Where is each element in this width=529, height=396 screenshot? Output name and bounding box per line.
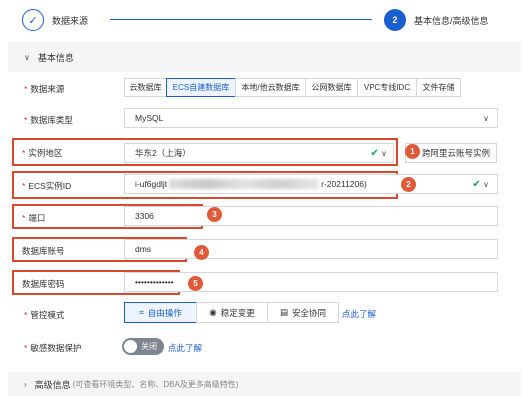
check-circle-icon: ✔: [472, 178, 481, 190]
step-2-label: 基本信息/高级信息: [414, 16, 489, 26]
step-2-number: 2: [384, 9, 406, 31]
region-select[interactable]: 华东2（上海） ✔ ∨: [124, 143, 394, 163]
step-badge-4: 4: [194, 245, 209, 260]
chevron-down-icon: ∨: [24, 52, 30, 62]
steps-header: ✓ 数据来源 2 基本信息/高级信息: [0, 0, 529, 42]
basic-info-section[interactable]: ∨ 基本信息: [8, 42, 521, 72]
chevron-down-icon: ∨: [483, 113, 489, 123]
ecs-id-label: * ECS实例ID: [22, 181, 72, 191]
control-mode-label: * 管控模式: [24, 310, 65, 320]
source-option-vpc[interactable]: VPC专线IDC: [357, 78, 417, 97]
mode-stable-change-button[interactable]: ◉ 稳定变更: [196, 302, 268, 323]
chevron-down-icon: ∨: [381, 148, 387, 158]
sensitive-label: * 敏感数据保护: [24, 343, 82, 353]
sensitive-toggle[interactable]: 关闭: [122, 338, 164, 355]
ecs-id-value: i-uf6gdljt r-20211206): [135, 179, 367, 189]
source-option-local[interactable]: 本地/他云数据库: [235, 78, 306, 97]
control-mode-learn-more-link[interactable]: 点此了解: [342, 308, 376, 320]
toggle-knob: [124, 340, 137, 353]
account-label: 数据库账号: [22, 246, 65, 256]
section-title: 基本信息: [37, 52, 74, 63]
step-badge-1: 1: [405, 144, 420, 159]
step-1-label: 数据来源: [52, 16, 89, 26]
source-option-cloud[interactable]: 云数据库: [124, 78, 167, 97]
chevron-down-icon: ∨: [483, 179, 489, 189]
stable-change-icon: ◉: [209, 307, 217, 317]
region-value: 华东2（上海）: [135, 148, 191, 158]
advanced-hint: (可查看环境类型、名称、DBA及更多高级特性): [72, 379, 239, 389]
password-value: •••••••••••••: [135, 277, 174, 287]
source-option-file[interactable]: 文件存储: [416, 78, 461, 97]
mode-secure-collab-button[interactable]: ▤ 安全协同: [267, 302, 339, 323]
ecs-id-select[interactable]: i-uf6gdljt r-20211206) ✔ ∨: [124, 174, 498, 194]
db-type-select[interactable]: MySQL ∨: [124, 108, 498, 128]
toggle-text: 关闭: [141, 342, 157, 351]
step-badge-3: 3: [207, 207, 222, 222]
step-badge-2: 2: [401, 177, 416, 192]
sensitive-learn-more-link[interactable]: 点此了解: [168, 342, 202, 354]
check-icon: ✓: [22, 9, 44, 31]
secure-collab-icon: ▤: [279, 307, 288, 317]
port-input[interactable]: 3306: [124, 206, 498, 226]
source-option-public[interactable]: 公网数据库: [305, 78, 358, 97]
source-option-ecs[interactable]: ECS自建数据库: [166, 78, 236, 97]
port-label: * 端口: [22, 213, 46, 223]
region-label: * 实例地区: [22, 148, 63, 158]
check-circle-icon: ✔: [370, 147, 379, 159]
port-value: 3306: [135, 211, 154, 221]
step-badge-5: 5: [188, 276, 203, 291]
source-label: * 数据来源: [24, 84, 65, 94]
mode-free-op-button[interactable]: ⌗ 自由操作: [124, 302, 197, 323]
free-op-icon: ⌗: [139, 307, 144, 317]
account-input[interactable]: dms: [124, 239, 498, 259]
step-connector: [110, 19, 372, 20]
chevron-right-icon: ›: [24, 379, 27, 389]
password-label: 数据库密码: [22, 279, 65, 289]
password-input[interactable]: •••••••••••••: [124, 272, 498, 292]
advanced-title: 高级信息: [34, 379, 71, 390]
advanced-info-section[interactable]: › 高级信息 (可查看环境类型、名称、DBA及更多高级特性): [8, 372, 521, 396]
db-type-value: MySQL: [135, 113, 164, 123]
account-value: dms: [135, 244, 152, 254]
db-type-label: * 数据库类型: [24, 115, 73, 125]
